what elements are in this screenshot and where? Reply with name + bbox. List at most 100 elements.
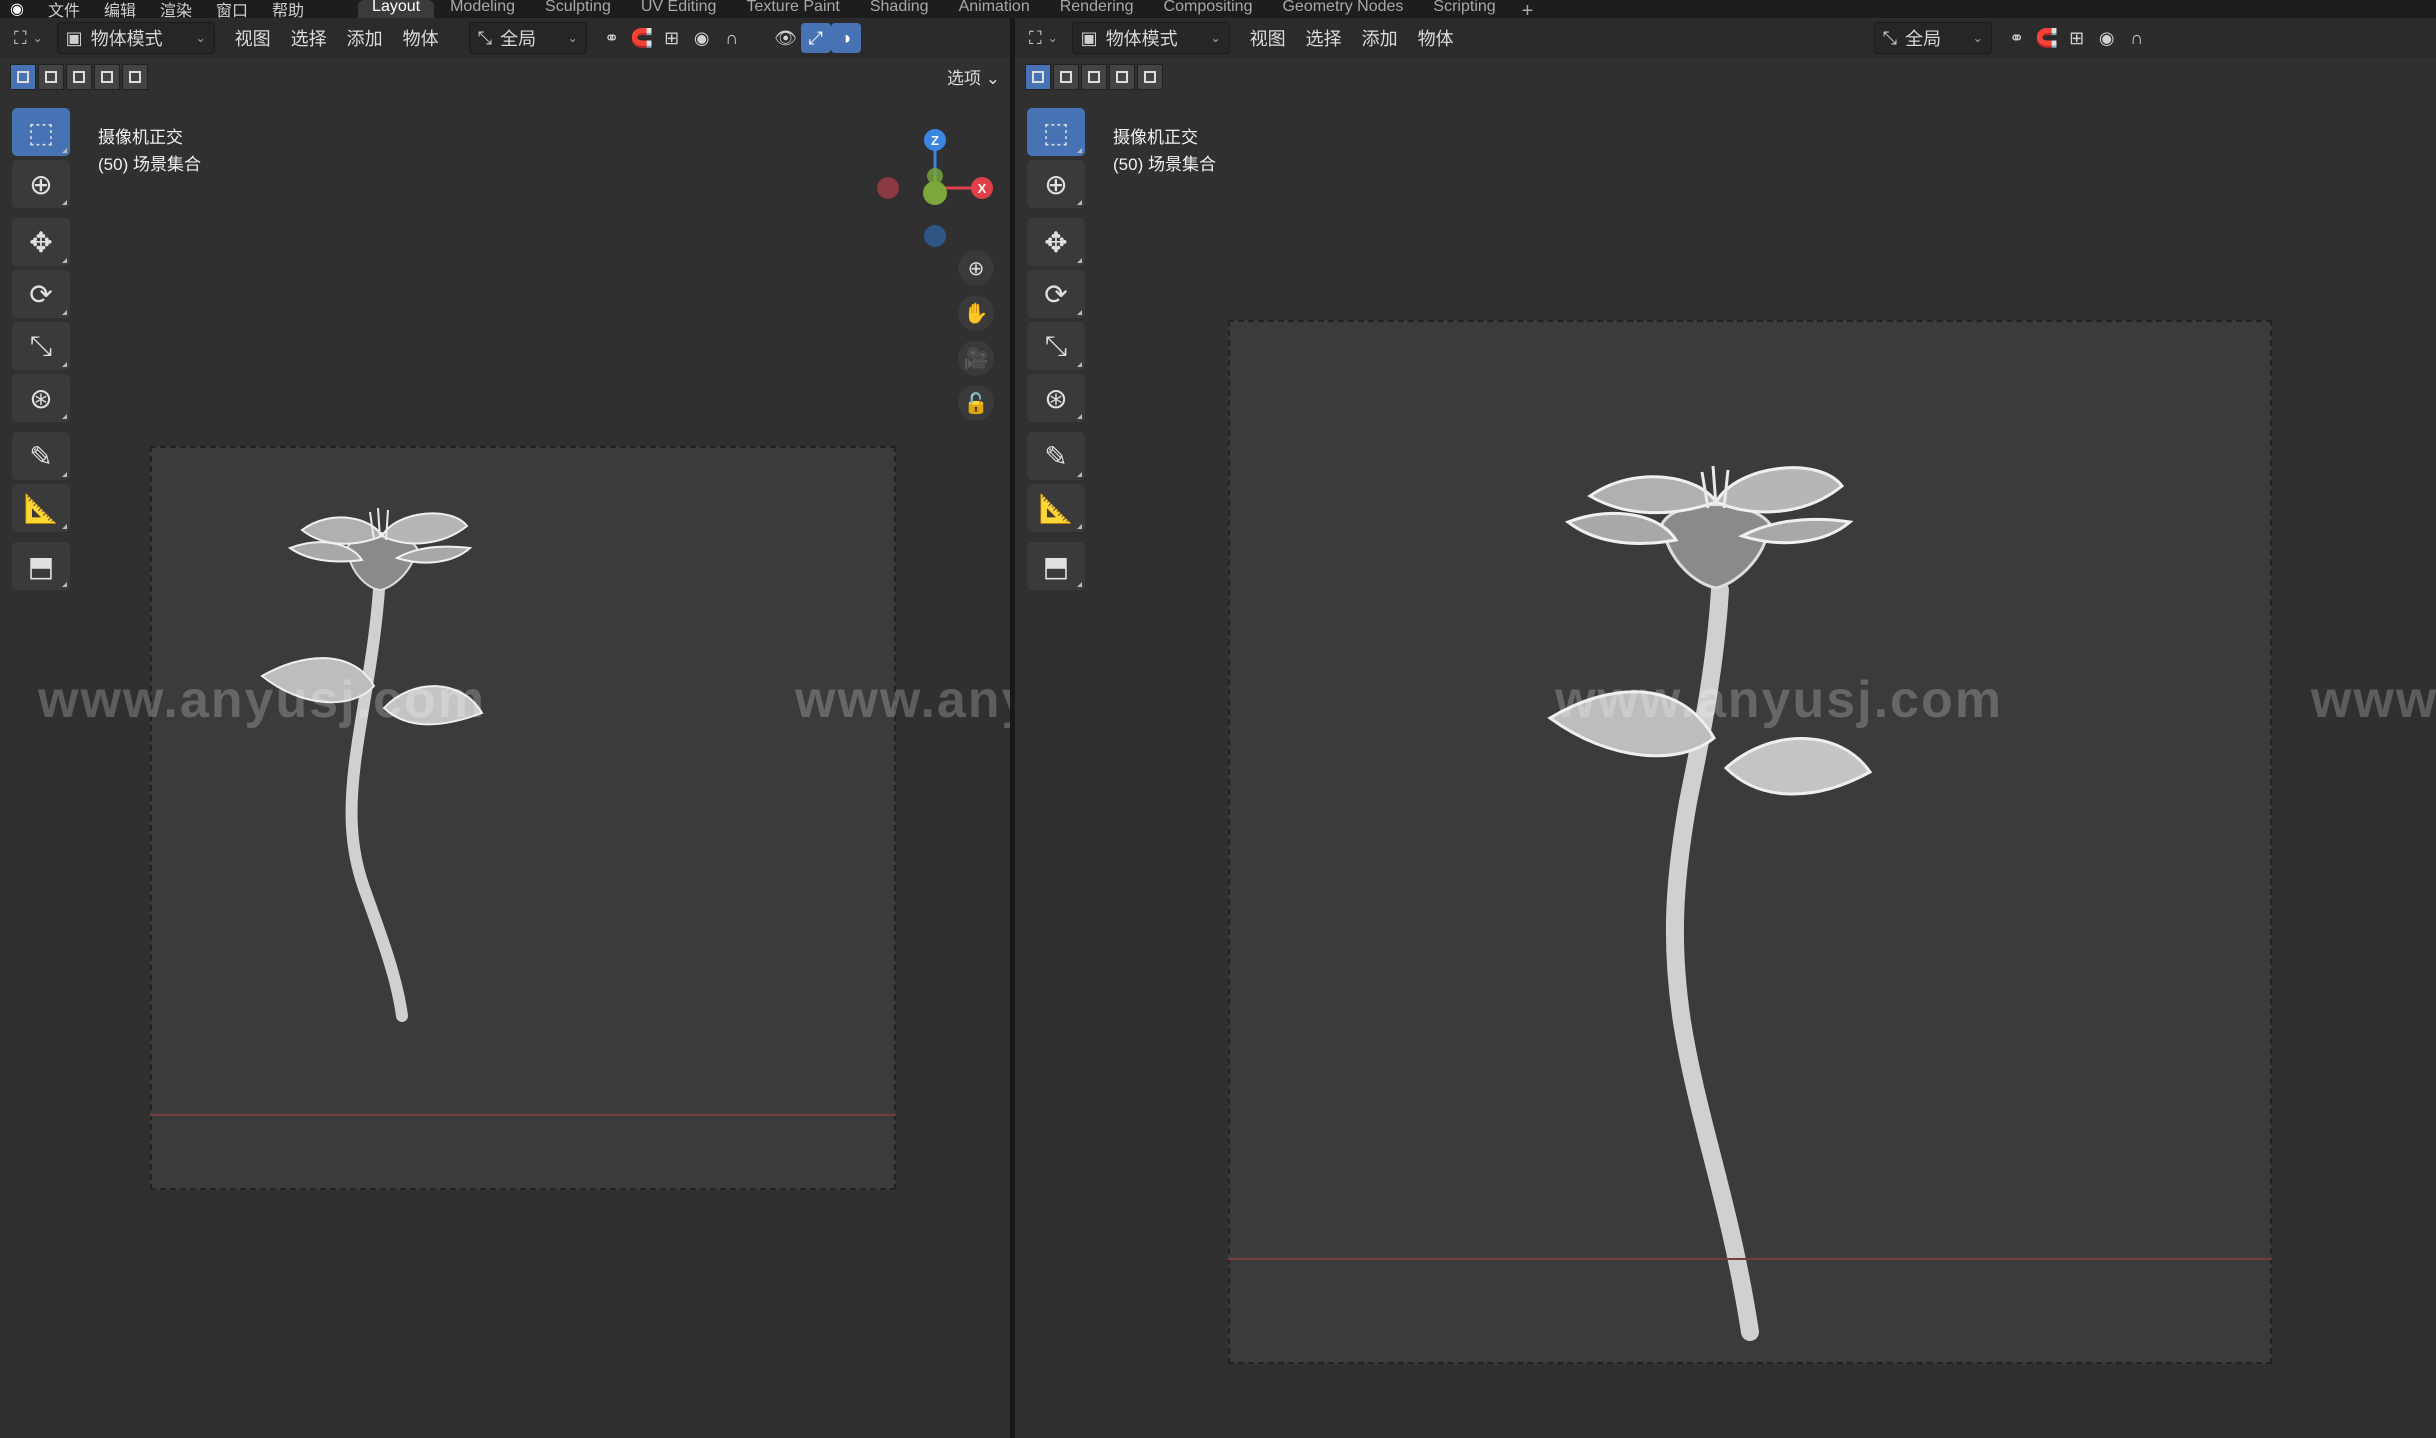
- leaf-right: [1723, 737, 1873, 796]
- tab-scripting[interactable]: Scripting: [1419, 0, 1509, 18]
- tab-animation[interactable]: Animation: [945, 0, 1044, 18]
- pan-hand-icon[interactable]: ✋: [958, 295, 994, 331]
- tab-layout[interactable]: Layout: [358, 0, 435, 18]
- pivot-icon[interactable]: ⚭: [2002, 23, 2032, 53]
- snap-target-icon[interactable]: ⊞: [657, 23, 687, 53]
- menu-object[interactable]: 物体: [1418, 25, 1454, 51]
- add-cube-tool-icon[interactable]: ⬒: [1027, 542, 1085, 590]
- visibility-icon[interactable]: 👁: [771, 23, 801, 53]
- select-box-tool-icon[interactable]: ⬚: [12, 108, 70, 156]
- select-new-icon[interactable]: [10, 64, 36, 90]
- menu-select[interactable]: 选择: [1306, 25, 1342, 51]
- menu-add[interactable]: 添加: [1362, 25, 1398, 51]
- pivot-icon[interactable]: ⚭: [597, 23, 627, 53]
- select-invert-icon[interactable]: [1109, 64, 1135, 90]
- annotate-tool-icon[interactable]: ✎: [12, 432, 70, 480]
- menu-help[interactable]: 帮助: [272, 0, 304, 18]
- transform-orientation-select[interactable]: ⤡ 全局 ⌄: [468, 22, 587, 54]
- add-workspace-button[interactable]: +: [1512, 1, 1544, 18]
- menu-window[interactable]: 窗口: [216, 0, 248, 18]
- editor-type-button[interactable]: ⛶ ⌄: [1021, 23, 1066, 53]
- snap-icon[interactable]: 🧲: [627, 23, 657, 53]
- select-subtract-icon[interactable]: [66, 64, 92, 90]
- annotate-tool-icon[interactable]: ✎: [1027, 432, 1085, 480]
- select-box-tool-icon[interactable]: ⬚: [1027, 108, 1085, 156]
- navigation-gizmo[interactable]: Z X: [870, 118, 1000, 248]
- collection-name: (50) 场景集合: [1113, 155, 1216, 174]
- viewport-right[interactable]: ⛶ ⌄ ▣ 物体模式 ⌄ 视图 选择 添加 物体 ⤡ 全局 ⌄ ⚭ 🧲 ⊞ ◉ ∩…: [1015, 18, 2436, 1438]
- orientation-icon: ⤡: [1882, 27, 1898, 48]
- add-cube-tool-icon[interactable]: ⬒: [12, 542, 70, 590]
- select-extend-icon[interactable]: [1053, 64, 1079, 90]
- menu-object[interactable]: 物体: [403, 25, 439, 51]
- cursor-tool-icon[interactable]: ⊕: [12, 160, 70, 208]
- tab-texture-paint[interactable]: Texture Paint: [732, 0, 853, 18]
- cursor-tool-icon[interactable]: ⊕: [1027, 160, 1085, 208]
- tool-shelf: ⬚ ⊕ ✥ ⟳ ⤡ ⊛ ✎ 📐 ⬒: [1027, 108, 1089, 594]
- menu-select[interactable]: 选择: [291, 25, 327, 51]
- menu-add[interactable]: 添加: [347, 25, 383, 51]
- select-extend-icon[interactable]: [38, 64, 64, 90]
- rotate-tool-icon[interactable]: ⟳: [12, 270, 70, 318]
- select-intersect-icon[interactable]: [1137, 64, 1163, 90]
- falloff-icon[interactable]: ∩: [2122, 23, 2152, 53]
- transform-orientation-select[interactable]: ⤡ 全局 ⌄: [1873, 22, 1992, 54]
- rotate-tool-icon[interactable]: ⟳: [1027, 270, 1085, 318]
- proportional-edit-icon[interactable]: ◉: [687, 23, 717, 53]
- select-new-icon[interactable]: [1025, 64, 1051, 90]
- tab-rendering[interactable]: Rendering: [1046, 0, 1148, 18]
- collection-name: (50) 场景集合: [98, 155, 201, 174]
- gizmo-toggle-icon[interactable]: ⤢: [800, 23, 831, 53]
- stamens: [1700, 465, 1730, 509]
- overlay-toggle-icon[interactable]: ◑: [830, 23, 861, 53]
- zoom-icon[interactable]: ⊕: [958, 250, 994, 286]
- scale-tool-icon[interactable]: ⤡: [1027, 322, 1085, 370]
- tab-shading[interactable]: Shading: [856, 0, 943, 18]
- editor-type-button[interactable]: ⛶ ⌄: [6, 23, 51, 53]
- camera-view-icon[interactable]: 🎥: [958, 340, 994, 376]
- move-tool-icon[interactable]: ✥: [1027, 218, 1085, 266]
- petal-3: [1564, 511, 1679, 545]
- menu-view[interactable]: 视图: [1250, 25, 1286, 51]
- menu-render[interactable]: 渲染: [160, 0, 192, 18]
- watermark-2: www.anyusj.com: [795, 671, 1010, 729]
- measure-tool-icon[interactable]: 📐: [12, 484, 70, 532]
- viewport-left[interactable]: ⛶ ⌄ ▣ 物体模式 ⌄ 视图 选择 添加 物体 ⤡ 全局 ⌄ ⚭ 🧲 ⊞ ◉ ∩…: [0, 18, 1010, 1438]
- tab-compositing[interactable]: Compositing: [1150, 0, 1267, 18]
- menu-file[interactable]: 文件: [48, 0, 80, 18]
- watermark-3: www.anyusj.com: [1555, 671, 2003, 729]
- snap-target-icon[interactable]: ⊞: [2062, 23, 2092, 53]
- select-intersect-icon[interactable]: [122, 64, 148, 90]
- object-mode-icon: ▣: [1080, 27, 1098, 48]
- lock-icon[interactable]: 🔓: [958, 385, 994, 421]
- workspace-bar: ◉ 文件 编辑 渲染 窗口 帮助 Layout Modeling Sculpti…: [0, 0, 2436, 18]
- tab-uv-editing[interactable]: UV Editing: [627, 0, 731, 18]
- y-axis-ball[interactable]: [923, 181, 947, 205]
- tab-geometry-nodes[interactable]: Geometry Nodes: [1268, 0, 1417, 18]
- mode-select[interactable]: ▣ 物体模式 ⌄: [1071, 22, 1230, 54]
- orientation-icon: ⤡: [477, 27, 493, 48]
- x-axis-ground-line: [150, 1114, 896, 1116]
- select-invert-icon[interactable]: [94, 64, 120, 90]
- select-mode-bar: [10, 62, 150, 92]
- options-button[interactable]: 选项 ⌄: [947, 64, 1000, 89]
- move-tool-icon[interactable]: ✥: [12, 218, 70, 266]
- measure-tool-icon[interactable]: 📐: [1027, 484, 1085, 532]
- menu-view[interactable]: 视图: [235, 25, 271, 51]
- transform-tool-icon[interactable]: ⊛: [1027, 374, 1085, 422]
- falloff-icon[interactable]: ∩: [717, 23, 747, 53]
- watermark-4: www: [2311, 671, 2436, 729]
- proportional-edit-icon[interactable]: ◉: [2092, 23, 2122, 53]
- neg-x-axis-ball[interactable]: [877, 177, 899, 199]
- transform-tool-icon[interactable]: ⊛: [12, 374, 70, 422]
- neg-z-axis-ball[interactable]: [924, 225, 946, 247]
- mode-select[interactable]: ▣ 物体模式 ⌄: [56, 22, 215, 54]
- flower-stem: [345, 567, 408, 1022]
- select-subtract-icon[interactable]: [1081, 64, 1107, 90]
- blender-logo-icon[interactable]: ◉: [10, 0, 24, 18]
- menu-edit[interactable]: 编辑: [104, 0, 136, 18]
- snap-icon[interactable]: 🧲: [2032, 23, 2062, 53]
- tab-sculpting[interactable]: Sculpting: [531, 0, 625, 18]
- tab-modeling[interactable]: Modeling: [436, 0, 529, 18]
- scale-tool-icon[interactable]: ⤡: [12, 322, 70, 370]
